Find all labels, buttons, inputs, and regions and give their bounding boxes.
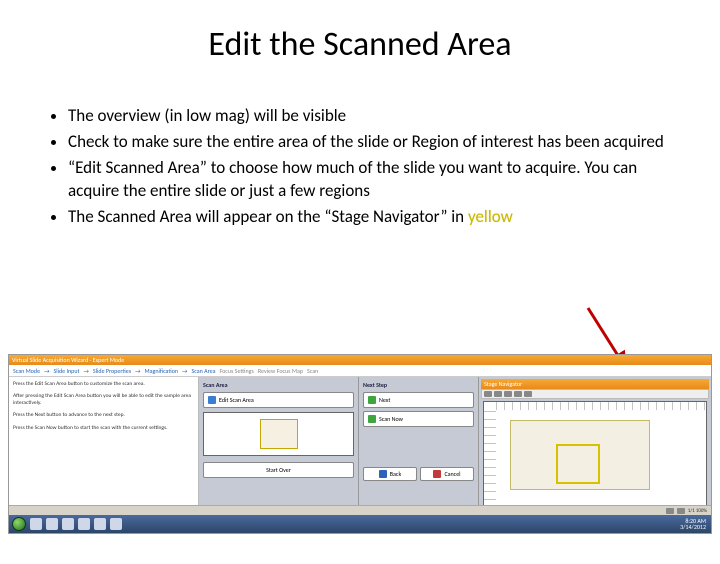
bullet-1: The overview (in low mag) will be visibl… [68,105,674,128]
system-clock[interactable]: 8:20 AM 3/14/2012 [680,518,708,530]
stage-navigator-title: Stage Navigator [481,379,709,389]
taskbar-app-icon[interactable] [94,518,106,530]
cancel-button[interactable]: Cancel [420,467,474,481]
taskbar-app-icon[interactable] [30,518,42,530]
status-icon [677,508,685,514]
start-over-button[interactable]: Start Over [203,462,354,478]
status-icon [666,508,674,514]
wizard-titlebar: Virtual Slide Acquisition Wizard - Exper… [9,355,711,365]
bullet-2: Check to make sure the entire area of th… [68,131,674,154]
instruction-4: Press the Scan Now button to start the s… [13,425,194,432]
next-button[interactable]: Next [363,392,474,408]
next-step-panel: Next Step Next Scan Now Back Cancel [359,377,479,517]
status-text: 1/1 100% [688,508,707,514]
instruction-3: Press the Next button to advance to the … [13,412,194,419]
scan-now-button[interactable]: Scan Now [363,411,474,427]
step-scan-mode[interactable]: Scan Mode [13,367,40,375]
bullet-3: “Edit Scanned Area” to choose how much o… [68,157,674,203]
ruler-vertical [484,410,496,508]
edit-icon [208,396,216,404]
taskbar-app-icon[interactable] [62,518,74,530]
statusbar: 1/1 100% [9,505,711,515]
step-slide-properties[interactable]: Slide Properties [93,367,131,375]
stage-tool-icon[interactable] [484,391,492,397]
scan-area-preview [203,412,354,456]
bullet-4-prefix: The Scanned Area will appear on the “Sta… [68,206,468,227]
taskbar-app-icon[interactable] [46,518,58,530]
scan-area-preview-region [260,419,298,449]
back-label: Back [390,470,401,478]
cancel-icon [433,470,441,478]
slide-title: Edit the Scanned Area [0,24,720,65]
bullet-4: The Scanned Area will appear on the “Sta… [68,206,674,229]
stage-scanned-region[interactable] [556,444,600,484]
start-over-label: Start Over [266,466,291,474]
step-slide-input[interactable]: Slide Input [54,367,80,375]
instruction-2: After pressing the Edit Scan Area button… [13,393,194,407]
edit-scan-area-button[interactable]: Edit Scan Area [203,392,354,408]
stage-navigator-canvas[interactable] [483,401,707,509]
clock-date: 3/14/2012 [680,524,706,530]
wizard-breadcrumb: Scan Mode→ Slide Input→ Slide Properties… [9,365,711,377]
stage-navigator-toolbar [481,389,709,399]
arrow-right-icon [368,396,376,404]
scan-now-label: Scan Now [379,415,403,423]
scan-area-panel: Scan Area Edit Scan Area Start Over [199,377,359,517]
cancel-label: Cancel [444,470,460,478]
next-step-label: Next Step [363,381,474,389]
back-button[interactable]: Back [363,467,417,481]
instruction-1: Press the Edit Scan Area button to custo… [13,381,194,388]
bullet-4-yellow: yellow [468,206,513,227]
tab-focus-settings[interactable]: Focus Settings [219,367,253,375]
tab-scan[interactable]: Scan [307,367,318,375]
taskbar-app-icon[interactable] [110,518,122,530]
scan-area-label: Scan Area [203,381,354,389]
wizard-instructions-panel: Press the Edit Scan Area button to custo… [9,377,199,517]
step-scan-area[interactable]: Scan Area [191,367,215,375]
taskbar-app-icon[interactable] [78,518,90,530]
tab-review-focus-map[interactable]: Review Focus Map [258,367,303,375]
stage-tool-icon[interactable] [494,391,502,397]
start-button[interactable] [12,517,26,531]
edit-scan-area-label: Edit Scan Area [219,396,254,404]
bullet-list: The overview (in low mag) will be visibl… [46,105,674,229]
stage-tool-icon[interactable] [524,391,532,397]
stage-tool-icon[interactable] [514,391,522,397]
step-magnification[interactable]: Magnification [145,367,179,375]
play-icon [368,415,376,423]
stage-navigator-panel: Stage Navigator [479,377,711,517]
stage-tool-icon[interactable] [504,391,512,397]
next-label: Next [379,396,390,404]
arrow-left-icon [379,470,387,478]
windows-taskbar: 8:20 AM 3/14/2012 [9,515,711,533]
embedded-screenshot: Virtual Slide Acquisition Wizard - Exper… [8,354,712,534]
ruler-horizontal [496,402,706,410]
